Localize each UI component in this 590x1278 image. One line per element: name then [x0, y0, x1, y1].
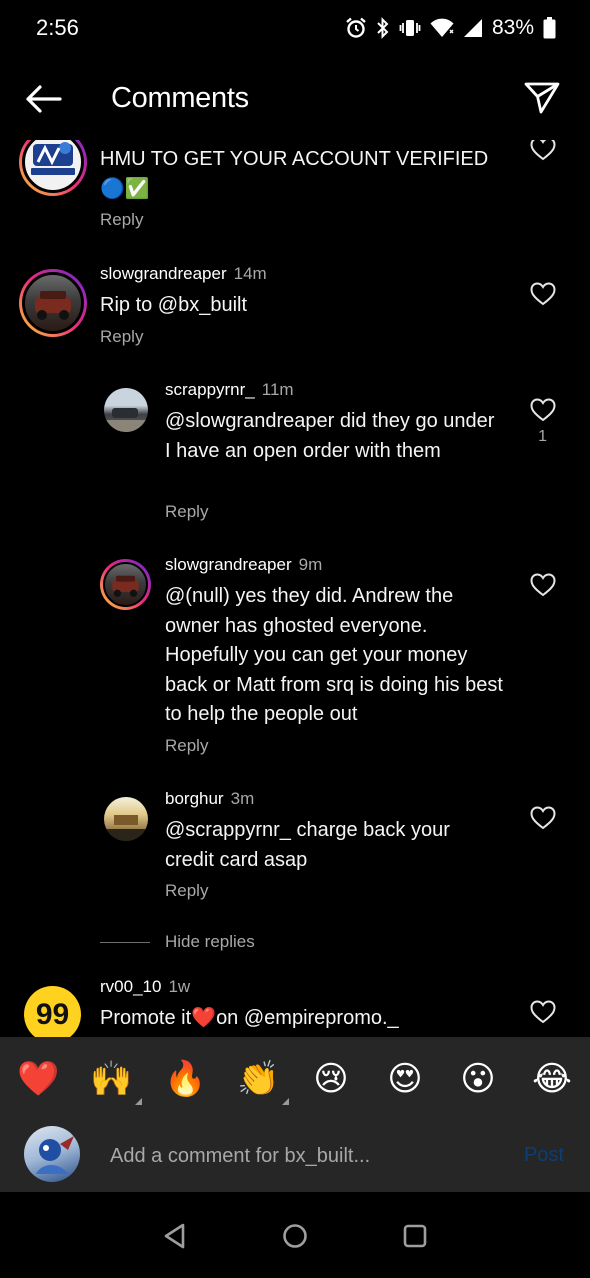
- reaction-crying[interactable]: 😢: [311, 1059, 351, 1099]
- comment-emoji: 🔵✅: [100, 177, 150, 200]
- nav-recents-button[interactable]: [400, 1221, 430, 1251]
- reaction-fire[interactable]: 🔥: [164, 1059, 206, 1099]
- comment-time: 3m: [230, 789, 255, 808]
- avatar[interactable]: [100, 559, 151, 610]
- avatar[interactable]: [104, 797, 148, 841]
- like-count[interactable]: 1: [538, 428, 547, 446]
- like-button[interactable]: [530, 806, 556, 830]
- 99-logo: 99: [36, 998, 69, 1031]
- comment-text: @(null) yes they did. Andrew the owner h…: [165, 585, 503, 725]
- back-triangle-icon: [164, 1223, 185, 1249]
- heart-icon: [530, 806, 556, 830]
- reply-button[interactable]: Reply: [100, 327, 143, 347]
- send-icon: [524, 82, 560, 114]
- like-button[interactable]: [530, 398, 556, 422]
- arrow-left-icon: [26, 85, 62, 113]
- status-icons: 83%: [345, 14, 556, 42]
- comment-username[interactable]: borghur 3m: [165, 789, 254, 809]
- heart-icon: [530, 140, 556, 161]
- comment-text: @scrappyrnr_ charge back your credit car…: [165, 819, 450, 871]
- comment-time: 11m: [261, 380, 294, 399]
- comment-text: Rip to @bx_built: [100, 294, 248, 316]
- hide-replies-label: Hide replies: [165, 932, 255, 951]
- nav-home-button[interactable]: [280, 1221, 310, 1251]
- heart-icon: [530, 1000, 556, 1024]
- reaction-clap[interactable]: 👏: [237, 1059, 289, 1105]
- skin-tone-indicator: [135, 1098, 142, 1105]
- comment-input[interactable]: [110, 1141, 500, 1171]
- recents-square-icon: [403, 1224, 427, 1248]
- battery-percent: 83%: [491, 16, 534, 39]
- heart-icon: [530, 282, 556, 306]
- nav-back-button[interactable]: [160, 1221, 190, 1251]
- like-button[interactable]: [530, 140, 556, 161]
- hide-replies-button[interactable]: Hide replies: [100, 930, 255, 954]
- reaction-heart-eyes[interactable]: 😍: [385, 1059, 425, 1099]
- car-photo: [104, 408, 148, 432]
- comment-time: 9m: [298, 555, 323, 574]
- reaction-surprised[interactable]: 😮: [458, 1059, 498, 1099]
- my-avatar[interactable]: [24, 1126, 80, 1182]
- wifi-icon: [430, 18, 454, 37]
- status-bar: 2:56 83%: [0, 0, 590, 56]
- avatar[interactable]: 99: [24, 986, 81, 1037]
- reaction-heart[interactable]: ❤️: [17, 1059, 59, 1099]
- comment-time: 1w: [168, 977, 191, 996]
- heart-icon: [530, 398, 556, 422]
- profile-photo: [36, 1136, 74, 1174]
- heart-icon: [530, 573, 556, 597]
- system-nav-bar: [0, 1192, 590, 1278]
- signal-icon: [463, 19, 482, 37]
- reply-button[interactable]: Reply: [165, 736, 208, 756]
- comment-username[interactable]: slowgrandreaper 14m: [100, 264, 267, 284]
- comment-text: HMU TO GET YOUR ACCOUNT VERIFIED 🔵✅: [100, 148, 489, 200]
- reaction-laughing[interactable]: 😂: [532, 1059, 572, 1099]
- skin-tone-indicator: [282, 1098, 289, 1105]
- post-button[interactable]: Post: [524, 1144, 564, 1167]
- vibrate-icon: [399, 20, 421, 36]
- divider-line: [100, 941, 150, 943]
- avatar[interactable]: [19, 140, 87, 196]
- home-circle-icon: [283, 1224, 307, 1248]
- comment-username[interactable]: slowgrandreaper 9m: [165, 555, 322, 575]
- verified-group-logo: [31, 142, 75, 175]
- reply-button[interactable]: Reply: [165, 502, 208, 522]
- avatar[interactable]: [104, 388, 148, 432]
- comment-text: Promote it❤️on @empirepromo._: [100, 1007, 399, 1029]
- like-button[interactable]: [530, 573, 556, 597]
- svg-text:99: 99: [36, 998, 69, 1031]
- comment-composer: Post: [0, 1119, 590, 1192]
- comment-time: 14m: [233, 264, 267, 283]
- reply-button[interactable]: Reply: [100, 210, 143, 230]
- reaction-raised-hands[interactable]: 🙌: [90, 1059, 142, 1105]
- comment-username[interactable]: rv00_10 1w: [100, 977, 190, 997]
- page-title: Comments: [111, 82, 249, 114]
- truck-photo: [35, 291, 71, 320]
- comments-list[interactable]: HMU TO GET YOUR ACCOUNT VERIFIED 🔵✅ Repl…: [0, 140, 590, 1037]
- truck-photo: [112, 575, 139, 597]
- avatar[interactable]: [19, 269, 87, 337]
- comment-username[interactable]: scrappyrnr_ 11m: [165, 380, 294, 400]
- status-time: 2:56: [36, 15, 79, 40]
- share-button[interactable]: [524, 81, 560, 115]
- alarm-icon: [346, 17, 366, 38]
- reply-button[interactable]: Reply: [165, 881, 208, 901]
- store-photo: [104, 815, 148, 841]
- comment-text: @slowgrandreaper did they go under I hav…: [165, 410, 495, 462]
- header: Comments: [0, 56, 590, 140]
- like-button[interactable]: [530, 282, 556, 306]
- battery-icon: [543, 17, 556, 39]
- like-button[interactable]: [530, 1000, 556, 1024]
- heart-emoji: ❤️: [191, 1007, 217, 1029]
- bluetooth-icon: [377, 17, 389, 39]
- back-button[interactable]: [24, 84, 62, 114]
- emoji-reaction-bar: ❤️ 🙌 🔥 👏 😢 😍 😮 😂: [0, 1037, 590, 1119]
